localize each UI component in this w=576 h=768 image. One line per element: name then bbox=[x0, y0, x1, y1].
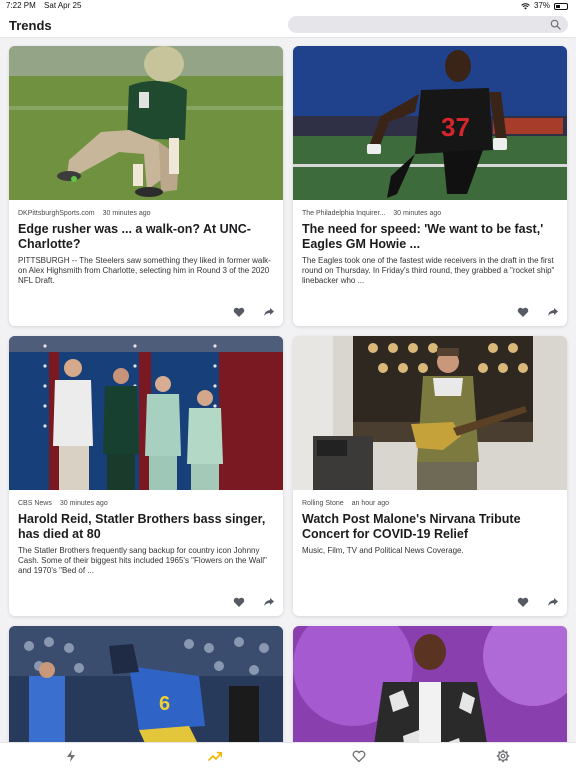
guitarist-performing-icon bbox=[293, 336, 567, 490]
header: Trends bbox=[0, 12, 576, 38]
card-headline[interactable]: Watch Post Malone's Nirvana Tribute Conc… bbox=[302, 512, 560, 542]
gear-icon[interactable] bbox=[496, 749, 510, 763]
status-bar: 7:22 PM Sat Apr 25 37% bbox=[0, 0, 576, 12]
share-icon[interactable] bbox=[547, 596, 559, 608]
share-icon[interactable] bbox=[263, 306, 275, 318]
card-headline[interactable]: Harold Reid, Statler Brothers bass singe… bbox=[18, 512, 276, 542]
trending-icon[interactable] bbox=[208, 749, 222, 763]
singing-quartet-icon bbox=[9, 336, 283, 490]
rapper-on-stage-icon bbox=[293, 626, 567, 742]
bolt-icon[interactable] bbox=[64, 749, 78, 763]
search-icon[interactable] bbox=[550, 19, 561, 30]
football-tackle-icon: 6 bbox=[9, 626, 283, 742]
page-title: Trends bbox=[9, 18, 52, 33]
sprinter-running-icon: 37 bbox=[293, 46, 567, 200]
card-actions bbox=[233, 306, 275, 318]
card-headline[interactable]: Edge rusher was ... a walk-on? At UNC-Ch… bbox=[18, 222, 276, 252]
card-source: CBS News bbox=[18, 500, 52, 507]
heart-icon[interactable] bbox=[233, 306, 245, 318]
card-meta: CBS News 30 minutes ago bbox=[18, 500, 108, 507]
heart-icon[interactable] bbox=[517, 306, 529, 318]
card-time: 30 minutes ago bbox=[59, 500, 108, 507]
share-icon[interactable] bbox=[547, 306, 559, 318]
card-summary: The Eagles took one of the fastest wide … bbox=[302, 256, 555, 285]
card-image[interactable] bbox=[293, 336, 567, 490]
football-player-crouching-icon bbox=[9, 46, 283, 200]
card-image[interactable] bbox=[9, 46, 283, 200]
status-left: 7:22 PM Sat Apr 25 bbox=[6, 0, 87, 12]
news-feed[interactable]: DKPittsburghSports.com 30 minutes ago Edg… bbox=[0, 38, 576, 742]
status-right: 37% bbox=[521, 0, 568, 12]
heart-icon[interactable] bbox=[233, 596, 245, 608]
card-summary: The Statler Brothers frequently sang bac… bbox=[18, 546, 267, 575]
card-image[interactable]: 37 bbox=[293, 46, 567, 200]
svg-text:37: 37 bbox=[441, 112, 470, 142]
card-source: The Philadelphia Inquirer... bbox=[302, 210, 386, 217]
card-actions bbox=[233, 596, 275, 608]
svg-text:6: 6 bbox=[159, 693, 170, 715]
news-card[interactable]: DKPittsburghSports.com 30 minutes ago Edg… bbox=[9, 46, 283, 326]
heart-icon[interactable] bbox=[517, 596, 529, 608]
card-time: 30 minutes ago bbox=[102, 210, 151, 217]
card-meta: DKPittsburghSports.com 30 minutes ago bbox=[18, 210, 151, 217]
card-meta: Rolling Stone an hour ago bbox=[302, 500, 389, 507]
wifi-icon bbox=[521, 2, 530, 9]
card-actions bbox=[517, 306, 559, 318]
card-source: Rolling Stone bbox=[302, 500, 344, 507]
card-time: an hour ago bbox=[351, 500, 390, 507]
card-image[interactable] bbox=[9, 336, 283, 490]
news-card[interactable] bbox=[293, 626, 567, 742]
card-time: 30 minutes ago bbox=[393, 210, 442, 217]
battery-percent: 37% bbox=[533, 1, 550, 10]
card-meta: The Philadelphia Inquirer... 30 minutes a… bbox=[302, 210, 441, 217]
card-summary: PITTSBURGH -- The Steelers saw something… bbox=[18, 256, 271, 285]
status-time: 7:22 PM bbox=[6, 1, 36, 10]
card-source: DKPittsburghSports.com bbox=[18, 210, 95, 217]
search-input[interactable] bbox=[288, 16, 568, 33]
tab-bar bbox=[0, 742, 576, 768]
news-card[interactable]: Rolling Stone an hour ago Watch Post Malo… bbox=[293, 336, 567, 616]
share-icon[interactable] bbox=[263, 596, 275, 608]
news-card[interactable]: 6 bbox=[9, 626, 283, 742]
card-headline[interactable]: The need for speed: 'We want to be fast,… bbox=[302, 222, 560, 252]
card-image[interactable]: 6 bbox=[9, 626, 283, 742]
news-card[interactable]: 37 The Philadelphia Inquirer... 30 minute… bbox=[293, 46, 567, 326]
battery-fill bbox=[556, 4, 560, 8]
heart-icon[interactable] bbox=[352, 749, 366, 763]
card-actions bbox=[517, 596, 559, 608]
status-date: Sat Apr 25 bbox=[44, 1, 82, 10]
battery-icon bbox=[554, 2, 568, 10]
news-card[interactable]: CBS News 30 minutes ago Harold Reid, Stat… bbox=[9, 336, 283, 616]
card-summary: Music, Film, TV and Political News Cover… bbox=[302, 546, 464, 555]
card-image[interactable] bbox=[293, 626, 567, 742]
